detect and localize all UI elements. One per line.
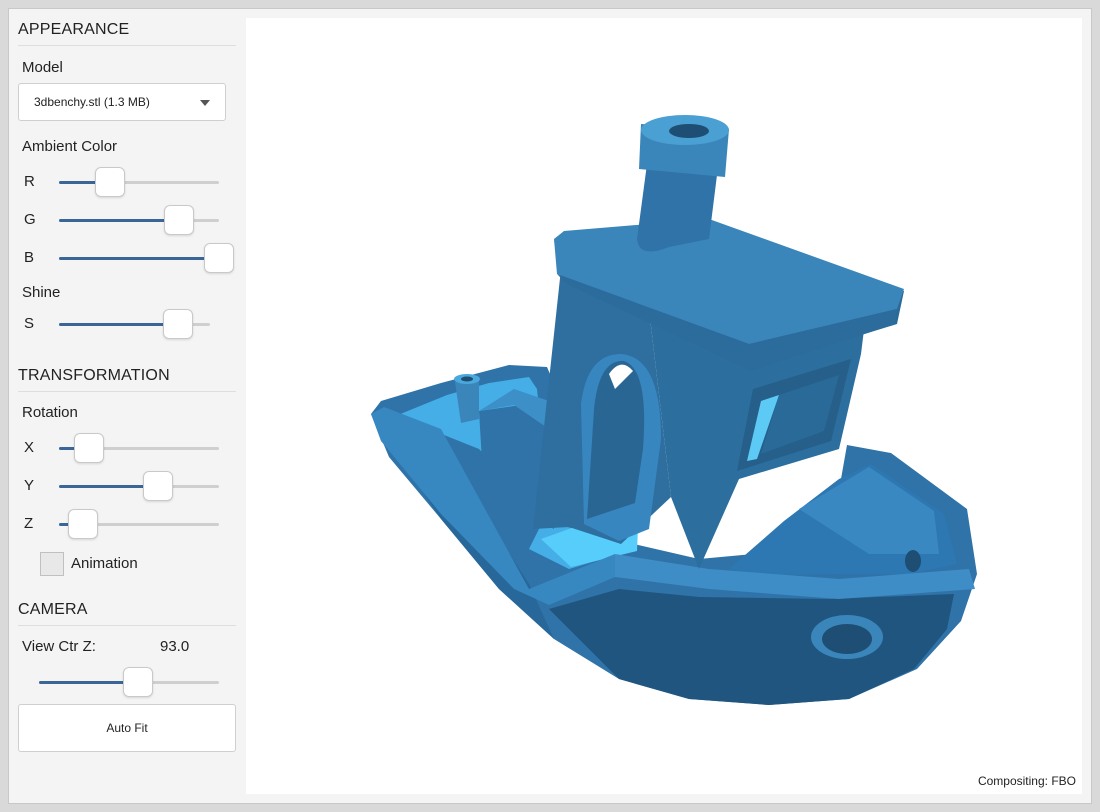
rotation-z-slider[interactable]: [59, 509, 219, 540]
side-porthole: [905, 550, 921, 572]
slider-thumb[interactable]: [164, 205, 194, 235]
chevron-down-icon: [200, 100, 210, 106]
chimney-hole: [669, 124, 709, 138]
app-window: APPEARANCE Model 3dbenchy.stl (1.3 MB) A…: [8, 8, 1092, 804]
slider-thumb[interactable]: [74, 433, 105, 463]
slider-thumb[interactable]: [123, 667, 153, 697]
s-label: S: [24, 315, 35, 332]
y-label: Y: [24, 477, 35, 494]
control-panel: APPEARANCE Model 3dbenchy.stl (1.3 MB) A…: [9, 9, 245, 803]
section-divider: [18, 45, 236, 46]
benchy-model-render: [371, 115, 977, 705]
model-select-value: 3dbenchy.stl (1.3 MB): [34, 95, 150, 109]
rotation-y-slider[interactable]: [59, 471, 219, 502]
ambient-r-slider[interactable]: [59, 167, 219, 198]
animation-label: Animation: [71, 555, 138, 572]
model-select[interactable]: 3dbenchy.stl (1.3 MB): [18, 83, 226, 121]
rotation-x-slider[interactable]: [59, 433, 219, 464]
transformation-section-title: TRANSFORMATION: [18, 367, 170, 384]
slider-thumb[interactable]: [143, 471, 174, 501]
slider-thumb[interactable]: [163, 309, 194, 339]
view-ctr-z-value: 93.0: [160, 638, 190, 655]
slider-thumb[interactable]: [95, 167, 126, 197]
shine-label: Shine: [22, 284, 61, 301]
ambient-g-slider[interactable]: [59, 205, 219, 236]
z-label: Z: [24, 515, 34, 532]
compositing-status: Compositing: FBO: [977, 774, 1076, 788]
stern-porthole: [822, 624, 872, 654]
rotation-label: Rotation: [22, 404, 78, 421]
ambient-b-slider[interactable]: [59, 243, 234, 274]
section-divider: [18, 391, 236, 392]
front-bollard-hole: [461, 376, 473, 382]
auto-fit-button[interactable]: Auto Fit: [18, 704, 236, 752]
view-ctr-z-label: View Ctr Z:: [22, 638, 96, 655]
view-ctr-z-slider[interactable]: [39, 667, 219, 698]
x-label: X: [24, 439, 35, 456]
r-label: R: [24, 173, 35, 190]
camera-section-title: CAMERA: [18, 601, 88, 618]
hull-lower-shade: [549, 589, 954, 705]
slider-thumb[interactable]: [204, 243, 234, 273]
animation-checkbox[interactable]: [40, 552, 64, 576]
model-label: Model: [22, 59, 63, 76]
appearance-section-title: APPEARANCE: [18, 21, 130, 38]
shine-slider[interactable]: [59, 309, 210, 340]
slider-thumb[interactable]: [68, 509, 98, 539]
b-label: B: [24, 249, 35, 266]
g-label: G: [24, 211, 36, 228]
ambient-color-label: Ambient Color: [22, 138, 118, 155]
3d-viewport[interactable]: Compositing: FBO: [246, 18, 1082, 794]
section-divider: [18, 625, 236, 626]
